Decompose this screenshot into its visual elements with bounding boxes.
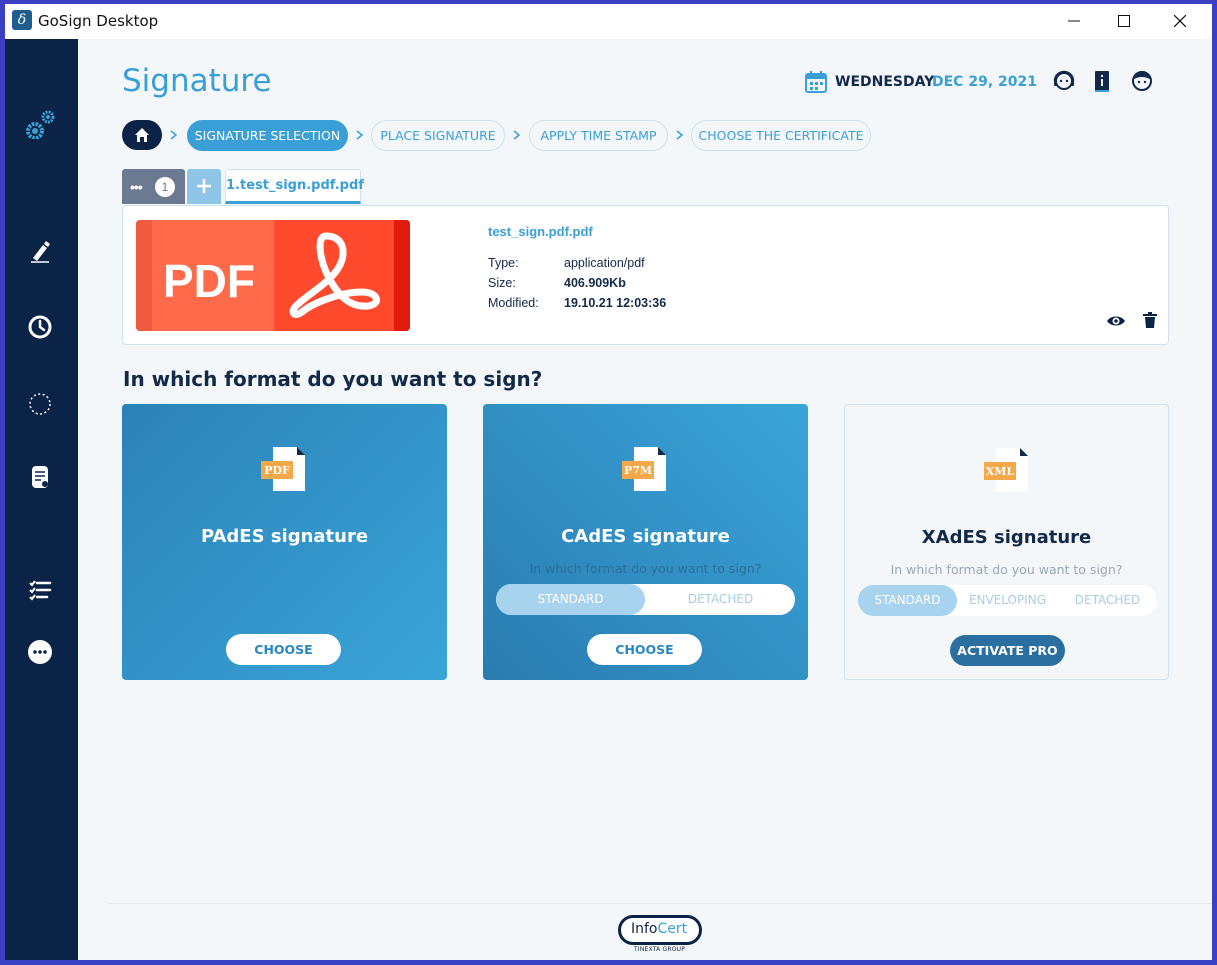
calendar-icon (805, 71, 827, 93)
cades-option-detached[interactable]: DETACHED (646, 584, 795, 615)
cades-format-toggle: STANDARD DETACHED (496, 584, 795, 615)
support-icon (1053, 70, 1075, 90)
cades-option-standard[interactable]: STANDARD (496, 584, 645, 615)
settings-icon (26, 110, 55, 140)
file-type-label: Type: (488, 256, 519, 270)
logo-brand: InfoCert (631, 921, 688, 937)
p7m-file-icon: P7M (622, 447, 666, 491)
pades-choose-button[interactable]: CHOOSE (226, 634, 341, 665)
close-icon (1174, 15, 1186, 27)
file-name: test_sign.pdf.pdf (488, 224, 593, 239)
chevron-right-icon (356, 130, 364, 140)
infocert-logo: InfoCert TINEXTA GROUP (618, 915, 702, 953)
maximize-icon (1118, 15, 1130, 27)
file-type-value: application/pdf (564, 256, 645, 270)
p7m-badge-text: P7M (624, 464, 652, 477)
sidebar-item-settings[interactable] (25, 109, 55, 140)
pades-title: PAdES signature (200, 526, 369, 547)
breadcrumb-place-signature[interactable]: PLACE SIGNATURE (371, 120, 505, 151)
app-logo-icon: δ (12, 10, 32, 30)
footer-divider (108, 903, 1212, 904)
acrobat-logo-icon (289, 232, 380, 318)
trash-icon[interactable] (1143, 312, 1157, 328)
format-card-pades: PDF PAdES signature CHOOSE (122, 404, 447, 680)
window-title: GoSign Desktop (38, 12, 159, 30)
user-button[interactable] (1130, 69, 1154, 93)
sidebar-item-more[interactable] (25, 637, 55, 667)
file-size-label: Size: (488, 276, 516, 290)
xml-file-icon: XML (984, 448, 1028, 492)
add-document-button[interactable] (187, 169, 221, 204)
document-count-badge: 1 (155, 177, 175, 197)
activate-pro-button[interactable]: ACTIVATE PRO (950, 635, 1065, 666)
manual-icon (1095, 71, 1109, 92)
sidebar-item-loading[interactable] (25, 389, 55, 419)
xades-option-enveloping[interactable]: ENVELOPING (957, 585, 1058, 616)
logo-group: TINEXTA GROUP (634, 946, 686, 953)
page-title: Signature (122, 63, 272, 99)
tab-file[interactable]: 1.test_sign.pdf.pdf (225, 169, 364, 204)
date-value: DEC 29, 2021 (932, 74, 1037, 90)
format-card-cades: P7M CAdES signature In which format do y… (483, 404, 808, 680)
breadcrumb-choose-certificate[interactable]: CHOOSE THE CERTIFICATE (691, 120, 871, 151)
user-icon (1132, 71, 1152, 91)
more-dots-icon: ••• (130, 179, 143, 195)
chevron-right-icon (513, 130, 521, 140)
pdf-thumbnail: PDF (136, 220, 410, 331)
pdf-badge-text: PDF (264, 464, 290, 477)
file-modified-value: 19.10.21 12:03:36 (564, 296, 667, 310)
sidebar-item-sign[interactable] (25, 236, 55, 266)
sidebar-item-documents[interactable] (25, 462, 55, 492)
support-button[interactable] (1052, 69, 1076, 93)
minimize-icon (1068, 20, 1080, 22)
xades-title: XAdES signature (921, 527, 1092, 548)
title-bar: δ GoSign Desktop (5, 4, 1212, 39)
maximize-button[interactable] (1101, 4, 1147, 39)
eye-icon[interactable] (1106, 314, 1126, 328)
pdf-thumbnail-label: PDF (163, 255, 255, 307)
tab-more-documents[interactable]: ••• 1 (122, 169, 185, 204)
close-button[interactable] (1157, 4, 1203, 39)
clock-icon (28, 315, 52, 339)
date-weekday: WEDNESDAY (835, 74, 935, 90)
chevron-right-icon (676, 130, 684, 140)
format-card-xades: XML XAdES signature In which format do y… (844, 404, 1169, 680)
pdf-file-icon: PDF (261, 447, 305, 491)
breadcrumb: SIGNATURE SELECTION PLACE SIGNATURE APPL… (122, 118, 882, 152)
file-size-value: 406.909Kb (564, 276, 626, 290)
minimize-button[interactable] (1051, 4, 1097, 39)
sidebar (5, 39, 78, 960)
format-question: In which format do you want to sign? (123, 367, 543, 391)
sidebar-item-history[interactable] (25, 312, 55, 342)
file-modified-label: Modified: (488, 296, 539, 310)
breadcrumb-apply-time-stamp[interactable]: APPLY TIME STAMP (529, 120, 668, 151)
xades-option-detached[interactable]: DETACHED (1058, 585, 1157, 616)
file-card: PDF test_sign.pdf.pdf Type: application/… (122, 205, 1169, 345)
sidebar-item-tasks[interactable] (25, 574, 55, 604)
app-window: δ GoSign Desktop Signature WEDNESDAY DEC… (5, 4, 1212, 960)
checklist-icon (29, 580, 52, 601)
breadcrumb-home[interactable] (122, 120, 162, 150)
breadcrumb-signature-selection[interactable]: SIGNATURE SELECTION (187, 120, 348, 151)
xades-format-toggle: STANDARD ENVELOPING DETACHED (858, 585, 1157, 616)
xades-subtitle: In which format do you want to sign? (890, 562, 1123, 577)
more-icon (28, 640, 52, 664)
cades-title: CAdES signature (561, 526, 730, 547)
sign-pen-icon (31, 241, 50, 263)
home-icon (135, 128, 149, 142)
xml-badge-text: XML (986, 465, 1015, 478)
plus-icon (197, 179, 211, 193)
cades-subtitle: In which format do you want to sign? (529, 561, 762, 576)
main-content: Signature WEDNESDAY DEC 29, 2021 SIGNATU… (78, 39, 1212, 960)
cades-choose-button[interactable]: CHOOSE (587, 634, 702, 665)
manual-button[interactable] (1090, 69, 1114, 93)
chevron-right-icon (170, 130, 178, 140)
dotted-circle-icon (29, 393, 51, 415)
xades-option-standard[interactable]: STANDARD (858, 585, 957, 616)
document-icon (32, 466, 48, 488)
